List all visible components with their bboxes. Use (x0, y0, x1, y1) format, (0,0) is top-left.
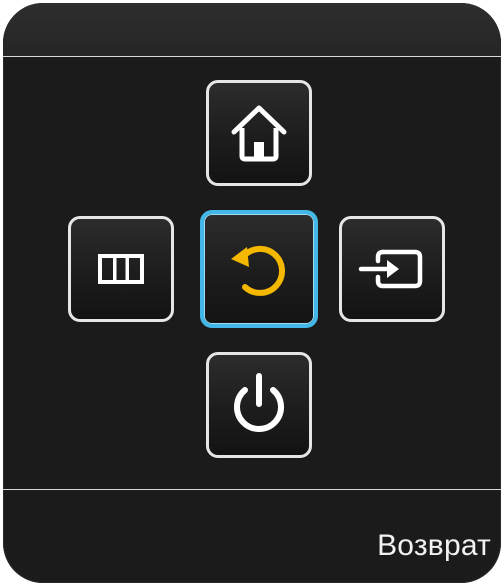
return-arrow-icon (231, 245, 286, 296)
input-source-icon (358, 249, 423, 289)
top-band (3, 3, 501, 56)
source-button[interactable] (339, 216, 445, 322)
selected-action-label: Возврат (377, 529, 491, 562)
menu-button[interactable] (68, 216, 174, 322)
home-button[interactable] (206, 80, 312, 186)
return-button[interactable] (200, 210, 318, 328)
menu-columns-icon (98, 254, 144, 284)
bottom-divider (3, 489, 501, 490)
control-panel: Возврат (3, 3, 501, 583)
power-button[interactable] (206, 352, 312, 458)
top-divider (3, 56, 501, 57)
home-icon (231, 105, 287, 162)
power-icon (234, 373, 284, 432)
